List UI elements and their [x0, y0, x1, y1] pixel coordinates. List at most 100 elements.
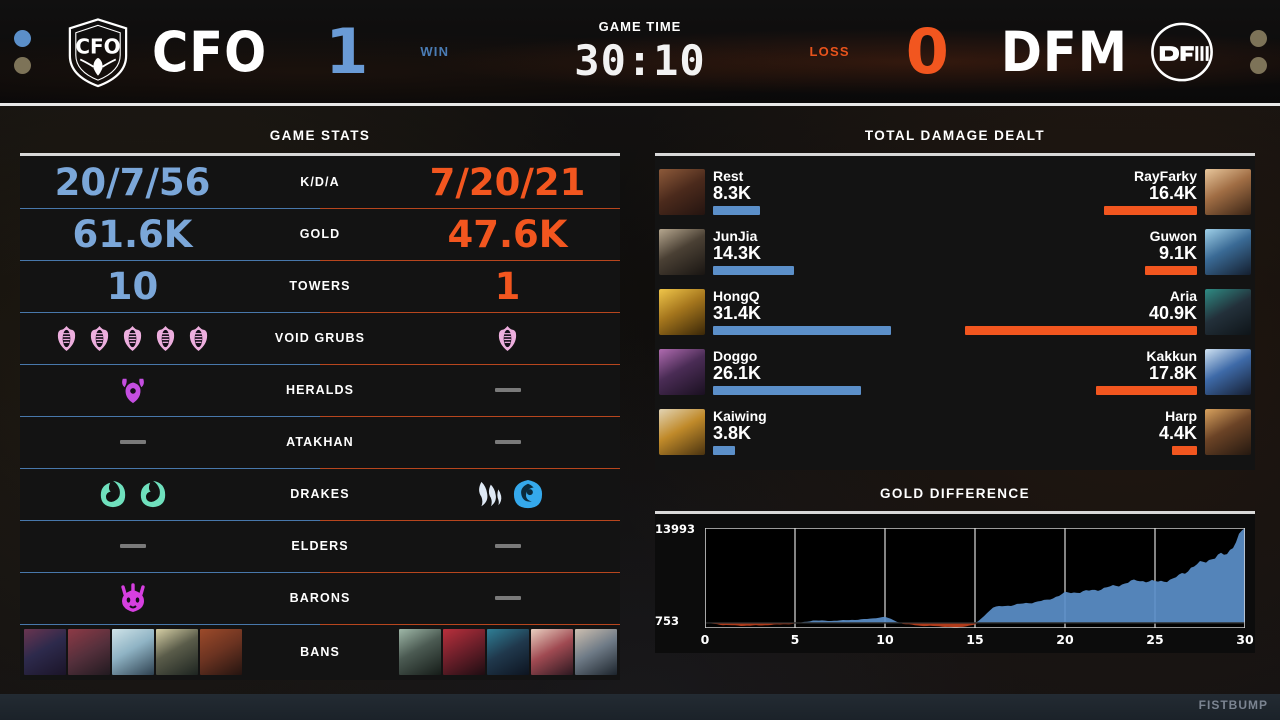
player-damage: 3.8K — [713, 422, 752, 443]
player-damage: 16.4K — [1148, 182, 1197, 203]
ban-portrait[interactable] — [574, 629, 617, 675]
game-clock: GAME TIME 30:10 — [535, 19, 745, 85]
left-team-series-dots — [0, 29, 44, 74]
ban-portrait[interactable] — [199, 629, 242, 675]
stat-label: K/D/A — [300, 175, 340, 189]
player-name: HongQ — [713, 288, 760, 304]
stat-row-void-grubs: VOID GRUBS — [20, 312, 620, 364]
left-team-result: WIN — [420, 44, 450, 59]
stat-label: TOWERS — [289, 279, 351, 293]
stat-left: 10 — [20, 268, 245, 305]
game-clock-value: 30:10 — [574, 35, 706, 85]
x-axis-tick: 0 — [700, 632, 710, 647]
stat-right — [395, 440, 620, 444]
stat-row-k-d-a: 20/7/56 K/D/A 7/20/21 — [20, 156, 620, 208]
champion-portrait-left[interactable] — [659, 289, 705, 335]
damage-bar — [1172, 446, 1197, 455]
stat-value-right: 7/20/21 — [429, 160, 586, 204]
stat-value-right: 47.6K — [447, 212, 568, 256]
x-axis-tick: 10 — [876, 632, 894, 647]
ban-portrait[interactable] — [530, 629, 573, 675]
ban-portrait[interactable] — [155, 629, 198, 675]
stat-value-left: 10 — [106, 264, 159, 308]
champion-portrait-right[interactable] — [1205, 349, 1251, 395]
champion-portrait-left[interactable] — [659, 169, 705, 215]
damage-row: Doggo 26.1K Kakkun 17.8K — [655, 342, 1255, 402]
right-team-series-dots — [1236, 29, 1280, 74]
ban-portrait[interactable] — [67, 629, 110, 675]
void-grub-icon — [156, 325, 175, 351]
stat-left — [20, 440, 245, 444]
watermark: FISTBUMP — [1198, 698, 1268, 712]
stat-left — [20, 544, 245, 548]
bans-left — [23, 629, 242, 675]
ban-portrait[interactable] — [23, 629, 66, 675]
champion-portrait-right[interactable] — [1205, 409, 1251, 455]
damage-right: Kakkun 17.8K — [955, 349, 1205, 395]
drake-chemtech-icon — [100, 480, 125, 508]
left-team-tag: CFO — [152, 19, 268, 84]
player-name: Kaiwing — [713, 408, 767, 424]
game-clock-label: GAME TIME — [598, 18, 682, 34]
drake-hextech-icon — [478, 481, 501, 507]
player-name: JunJia — [713, 228, 758, 244]
damage-right: Harp 4.4K — [955, 409, 1205, 455]
damage-right: Guwon 9.1K — [955, 229, 1205, 275]
stat-row-drakes: DRAKES — [20, 468, 620, 520]
player-name: Rest — [713, 168, 744, 184]
rift-herald-icon — [121, 378, 144, 404]
game-stats-panel: 20/7/56 K/D/A 7/20/21 61.6K GOLD 47.6K 10 TOWER… — [20, 153, 620, 680]
game-stats-title: GAME STATS — [269, 128, 371, 143]
stat-label: DRAKES — [290, 487, 350, 501]
ban-portrait[interactable] — [111, 629, 154, 675]
y-axis-max-label: 13993 — [655, 522, 696, 536]
damage-bar — [713, 326, 891, 335]
damage-row: Rest 8.3K RayFarky 16.4K — [655, 162, 1255, 222]
void-grub-icon — [123, 325, 142, 351]
ban-portrait[interactable] — [486, 629, 529, 675]
stat-right — [395, 325, 620, 352]
damage-bar — [965, 326, 1197, 335]
left-team-score: 1 — [325, 14, 369, 88]
stat-left — [20, 629, 245, 675]
ban-portrait[interactable] — [398, 629, 441, 675]
series-dot-unplayed — [1249, 56, 1267, 74]
player-name: Kakkun — [1146, 348, 1197, 364]
right-team-tag: DFM — [1000, 19, 1128, 84]
champion-portrait-left[interactable] — [659, 349, 705, 395]
x-axis-tick: 15 — [966, 632, 984, 647]
stat-row-towers: 10 TOWERS 1 — [20, 260, 620, 312]
drake-ocean-icon — [513, 479, 542, 509]
stat-left: 61.6K — [20, 216, 245, 253]
damage-bar — [1104, 206, 1197, 215]
stat-row-gold: 61.6K GOLD 47.6K — [20, 208, 620, 260]
stat-row-atakhan: ATAKHAN — [20, 416, 620, 468]
void-grub-icon — [498, 325, 517, 351]
stat-value-right: 1 — [494, 264, 521, 308]
damage-bar — [713, 386, 861, 395]
post-game-scoreboard: CFO CFO 1 WIN GAME TIME 30:10 LOSS 0 DFM — [0, 0, 1280, 720]
damage-row: HongQ 31.4K Aria 40.9K — [655, 282, 1255, 342]
empty-dash — [494, 596, 521, 600]
ban-portrait[interactable] — [442, 629, 485, 675]
stat-label: VOID GRUBS — [274, 331, 366, 345]
x-axis-tick: 5 — [790, 632, 800, 647]
damage-bar — [1145, 266, 1197, 275]
champion-portrait-right[interactable] — [1205, 169, 1251, 215]
champion-portrait-right[interactable] — [1205, 289, 1251, 335]
stat-label: BARONS — [289, 591, 351, 605]
champion-portrait-left[interactable] — [659, 409, 705, 455]
champion-portrait-left[interactable] — [659, 229, 705, 275]
right-team-result: LOSS — [809, 44, 850, 59]
stat-right: 1 — [395, 268, 620, 305]
stat-left — [20, 583, 245, 613]
empty-dash — [494, 544, 521, 548]
stat-value-left: 20/7/56 — [54, 160, 211, 204]
champion-portrait-right[interactable] — [1205, 229, 1251, 275]
match-header: CFO CFO 1 WIN GAME TIME 30:10 LOSS 0 DFM — [0, 0, 1280, 106]
player-damage: 17.8K — [1148, 362, 1197, 383]
stat-label: HERALDS — [285, 383, 355, 397]
stat-row-bans: BANS — [20, 624, 620, 680]
player-name: RayFarky — [1133, 168, 1197, 184]
void-grub-icon — [57, 325, 76, 351]
